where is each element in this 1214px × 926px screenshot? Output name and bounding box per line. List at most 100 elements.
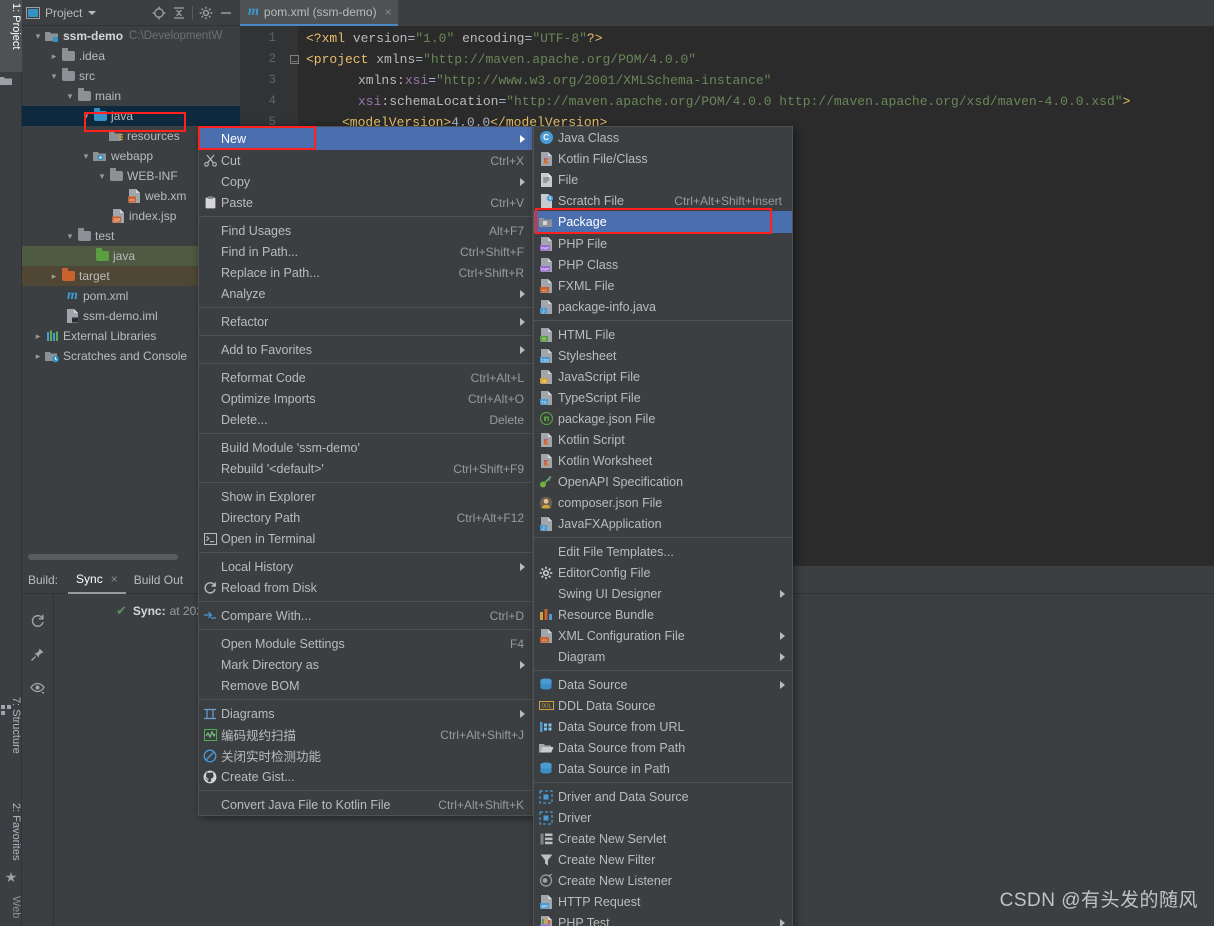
chevron-down-icon[interactable]: ▾ bbox=[96, 171, 108, 182]
menu-item-diagrams[interactable]: Diagrams bbox=[199, 703, 532, 724]
submenu-item-composer-json-file[interactable]: composer.json File bbox=[534, 492, 792, 513]
menu-item-optimize-imports[interactable]: Optimize Imports Ctrl+Alt+O bbox=[199, 388, 532, 409]
submenu-item-javascript-file[interactable]: JS JavaScript File bbox=[534, 366, 792, 387]
collapse-all-icon[interactable] bbox=[169, 3, 189, 23]
sidebar-item-web[interactable]: Web bbox=[0, 893, 22, 926]
tree-row-idea[interactable]: ▸ .idea bbox=[22, 46, 240, 66]
tree-row-src[interactable]: ▾ src bbox=[22, 66, 240, 86]
menu-item-directory-path[interactable]: Directory Path Ctrl+Alt+F12 bbox=[199, 507, 532, 528]
submenu-item-package-info-java[interactable]: J package-info.java bbox=[534, 296, 792, 317]
chevron-down-icon[interactable]: ▾ bbox=[32, 31, 44, 42]
menu-item-show-in-explorer[interactable]: Show in Explorer bbox=[199, 486, 532, 507]
tree-row-java-main[interactable]: ▾ java bbox=[22, 106, 240, 126]
submenu-item-data-source-in-path[interactable]: Data Source in Path bbox=[534, 758, 792, 779]
menu-item-analyze[interactable]: Analyze bbox=[199, 283, 532, 304]
menu-item-find-usages[interactable]: Find Usages Alt+F7 bbox=[199, 220, 532, 241]
submenu-item-php-file[interactable]: PHP PHP File bbox=[534, 233, 792, 254]
submenu-item-stylesheet[interactable]: CSS Stylesheet bbox=[534, 345, 792, 366]
chevron-down-icon[interactable]: ▾ bbox=[64, 231, 76, 242]
submenu-item-edit-file-templates[interactable]: Edit File Templates... bbox=[534, 541, 792, 562]
submenu-item-typescript-file[interactable]: TS TypeScript File bbox=[534, 387, 792, 408]
submenu-item-driver-and-data-source[interactable]: Driver and Data Source bbox=[534, 786, 792, 807]
gear-icon[interactable] bbox=[196, 3, 216, 23]
submenu-item-diagram[interactable]: Diagram bbox=[534, 646, 792, 667]
menu-item-local-history[interactable]: Local History bbox=[199, 556, 532, 577]
chevron-down-icon[interactable]: ▾ bbox=[64, 91, 76, 102]
menu-item-mark-directory-as[interactable]: Mark Directory as bbox=[199, 654, 532, 675]
tab-pom-xml[interactable]: m pom.xml (ssm-demo) × bbox=[240, 0, 398, 26]
tree-row-ssm-demo[interactable]: ▾ ssm-demo C:\DevelopmentW bbox=[22, 26, 240, 46]
submenu-item-http-request[interactable]: API HTTP Request bbox=[534, 891, 792, 912]
menu-item-delete[interactable]: Delete... Delete bbox=[199, 409, 532, 430]
tree-row-main[interactable]: ▾ main bbox=[22, 86, 240, 106]
menu-item-code-scan[interactable]: 编码规约扫描 Ctrl+Alt+Shift+J bbox=[199, 724, 532, 745]
menu-item-convert-java-to-kotlin[interactable]: Convert Java File to Kotlin File Ctrl+Al… bbox=[199, 794, 532, 815]
menu-item-new[interactable]: New bbox=[199, 127, 532, 150]
submenu-item-scratch-file[interactable]: Scratch File Ctrl+Alt+Shift+Insert bbox=[534, 190, 792, 211]
submenu-item-data-source-from-url[interactable]: Data Source from URL bbox=[534, 716, 792, 737]
chevron-down-icon[interactable]: ▾ bbox=[80, 111, 92, 122]
menu-item-copy[interactable]: Copy bbox=[199, 171, 532, 192]
rerun-icon[interactable] bbox=[22, 603, 53, 637]
menu-item-replace-in-path[interactable]: Replace in Path... Ctrl+Shift+R bbox=[199, 262, 532, 283]
menu-item-open-in-terminal[interactable]: Open in Terminal bbox=[199, 528, 532, 549]
submenu-item-create-new-listener[interactable]: Create New Listener bbox=[534, 870, 792, 891]
submenu-item-swing-ui-designer[interactable]: Swing UI Designer bbox=[534, 583, 792, 604]
submenu-item-html-file[interactable]: H HTML File bbox=[534, 324, 792, 345]
hide-icon[interactable] bbox=[216, 3, 236, 23]
submenu-item-openapi-specification[interactable]: OpenAPI Specification bbox=[534, 471, 792, 492]
menu-item-refactor[interactable]: Refactor bbox=[199, 311, 532, 332]
submenu-item-driver[interactable]: Driver bbox=[534, 807, 792, 828]
tab-build-output[interactable]: Build Out bbox=[126, 566, 191, 594]
chevron-right-icon[interactable]: ▸ bbox=[48, 51, 60, 62]
submenu-item-package-json-file[interactable]: package.json File bbox=[534, 408, 792, 429]
menu-item-compare-with[interactable]: Compare With... Ctrl+D bbox=[199, 605, 532, 626]
submenu-item-editorconfig-file[interactable]: EditorConfig File bbox=[534, 562, 792, 583]
menu-item-remove-bom[interactable]: Remove BOM bbox=[199, 675, 532, 696]
chevron-right-icon[interactable]: ▸ bbox=[32, 331, 44, 342]
menu-item-disable-realtime-check[interactable]: 关闭实时检测功能 bbox=[199, 745, 532, 766]
eye-icon[interactable] bbox=[22, 671, 53, 705]
chevron-right-icon[interactable]: ▸ bbox=[48, 271, 60, 282]
chevron-down-icon[interactable]: ▾ bbox=[48, 71, 60, 82]
menu-item-create-gist[interactable]: Create Gist... bbox=[199, 766, 532, 787]
submenu-item-java-class[interactable]: C Java Class bbox=[534, 127, 792, 148]
menu-item-reformat-code[interactable]: Reformat Code Ctrl+Alt+L bbox=[199, 367, 532, 388]
submenu-item-php-class[interactable]: PHP PHP Class bbox=[534, 254, 792, 275]
menu-item-cut[interactable]: Cut Ctrl+X bbox=[199, 150, 532, 171]
menu-item-find-in-path[interactable]: Find in Path... Ctrl+Shift+F bbox=[199, 241, 532, 262]
chevron-down-icon[interactable]: ▾ bbox=[80, 151, 92, 162]
submenu-item-file[interactable]: File bbox=[534, 169, 792, 190]
chevron-down-icon[interactable] bbox=[88, 10, 97, 15]
submenu-item-kotlin-worksheet[interactable]: Kotlin Worksheet bbox=[534, 450, 792, 471]
menu-item-add-to-favorites[interactable]: Add to Favorites bbox=[199, 339, 532, 360]
submenu-item-kotlin-file-class[interactable]: Kotlin File/Class bbox=[534, 148, 792, 169]
submenu-item-create-new-filter[interactable]: Create New Filter bbox=[534, 849, 792, 870]
menu-item-build-module[interactable]: Build Module 'ssm-demo' bbox=[199, 437, 532, 458]
menu-item-paste[interactable]: Paste Ctrl+V bbox=[199, 192, 532, 213]
submenu-item-xml-configuration-file[interactable]: <> XML Configuration File bbox=[534, 625, 792, 646]
submenu-item-fxml-file[interactable]: <> FXML File bbox=[534, 275, 792, 296]
submenu-item-resource-bundle[interactable]: Resource Bundle bbox=[534, 604, 792, 625]
submenu-item-data-source[interactable]: Data Source bbox=[534, 674, 792, 695]
sidebar-item-project[interactable]: 1: Project bbox=[0, 0, 22, 72]
context-menu[interactable]: New Cut Ctrl+X Copy Paste Ctrl+V Find Us bbox=[198, 126, 533, 816]
locate-icon[interactable] bbox=[149, 3, 169, 23]
menu-item-open-module-settings[interactable]: Open Module Settings F4 bbox=[199, 633, 532, 654]
submenu-item-ddl-data-source[interactable]: DDL DDL Data Source bbox=[534, 695, 792, 716]
pin-icon[interactable] bbox=[22, 637, 53, 671]
menu-item-rebuild[interactable]: Rebuild '<default>' Ctrl+Shift+F9 bbox=[199, 458, 532, 479]
submenu-item-data-source-from-path[interactable]: Data Source from Path bbox=[534, 737, 792, 758]
close-icon[interactable]: × bbox=[111, 572, 118, 586]
tab-sync[interactable]: Sync × bbox=[68, 566, 126, 594]
menu-item-reload-from-disk[interactable]: Reload from Disk bbox=[199, 577, 532, 598]
submenu-item-package[interactable]: Package bbox=[534, 211, 792, 233]
new-submenu[interactable]: C Java Class Kotlin File/Class File Scra… bbox=[533, 126, 793, 926]
submenu-item-javafx-application[interactable]: J JavaFXApplication bbox=[534, 513, 792, 534]
chevron-right-icon[interactable]: ▸ bbox=[32, 351, 44, 362]
submenu-item-php-test[interactable]: PHP PHP Test bbox=[534, 912, 792, 926]
project-tree-horizontal-scrollbar[interactable] bbox=[28, 554, 178, 560]
close-icon[interactable]: × bbox=[385, 5, 392, 19]
submenu-item-create-new-servlet[interactable]: Create New Servlet bbox=[534, 828, 792, 849]
submenu-item-kotlin-script[interactable]: Kotlin Script bbox=[534, 429, 792, 450]
